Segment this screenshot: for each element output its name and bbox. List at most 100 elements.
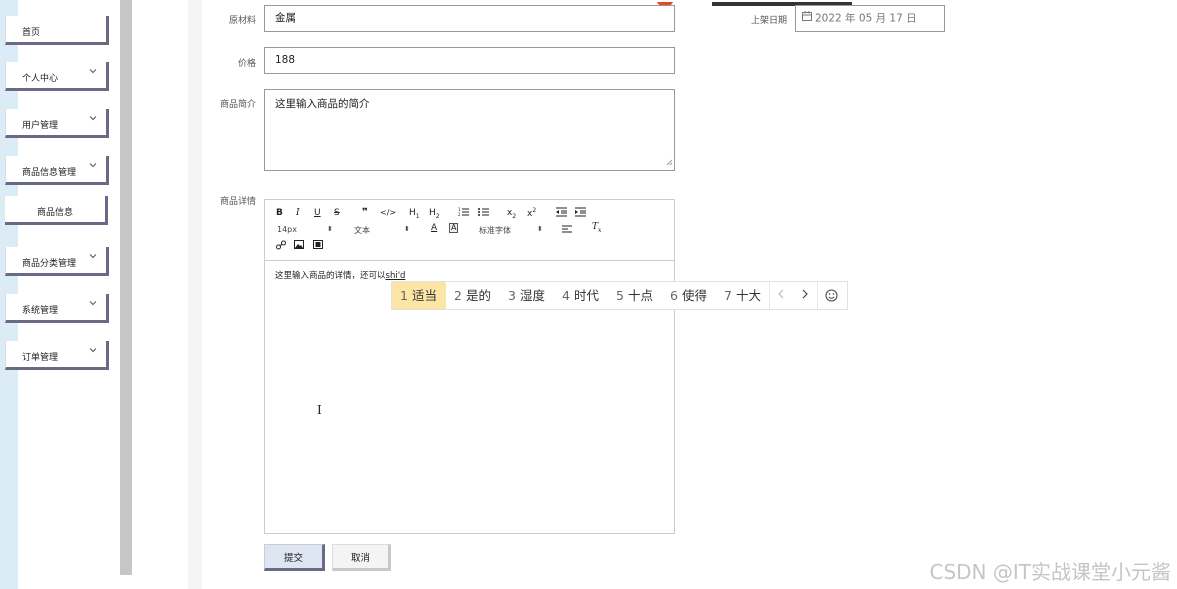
price-input[interactable]: 188 [264, 47, 675, 74]
price-label: 价格 [237, 59, 256, 69]
svg-text:2: 2 [458, 212, 461, 217]
candidate-number: 5 [616, 288, 624, 303]
material-label: 原材料 [228, 16, 256, 26]
rich-text-editor[interactable]: B I U S ❞ </> H1 H2 12 x2 x2 14px ⬍ 文本 ⬍ A… [264, 199, 675, 534]
cancel-button[interactable]: 取消 [332, 544, 391, 571]
indent-icon[interactable] [575, 207, 586, 220]
strikethrough-icon[interactable]: S [334, 208, 340, 218]
date-value: 2022 年 05 月 17 日 [815, 12, 917, 25]
ordered-list-icon[interactable]: 12 [458, 207, 469, 220]
emoji-icon[interactable] [825, 289, 838, 305]
ime-candidate[interactable]: 6 使得 [670, 282, 707, 309]
sidebar-item-label: 商品信息管理 [22, 168, 77, 178]
sidebar-item-category-management[interactable]: 商品分类管理 [5, 247, 109, 276]
editor-content[interactable]: 这里输入商品的详情，还可以shi'd [275, 269, 405, 281]
candidate-number: 3 [508, 288, 516, 303]
select-arrows-icon: ⬍ [537, 225, 543, 233]
text-style-value: 文本 [354, 226, 370, 235]
candidate-text: 十大 [735, 288, 761, 303]
ime-candidate-bar[interactable]: 1 适当 2 是的 3 湿度 4 时代 5 十点 6 使得 7 十大 [391, 281, 848, 310]
sidebar-subitem-product-info[interactable]: 商品信息 [5, 196, 108, 225]
sidebar-item-product-info-management[interactable]: 商品信息管理 [5, 156, 109, 185]
sidebar-item-personal-center[interactable]: 个人中心 [5, 62, 109, 91]
text-style-select[interactable]: 文本 ⬍ [354, 225, 410, 236]
ime-candidate[interactable]: 1 适当 [392, 282, 446, 309]
code-block-icon[interactable]: </> [380, 208, 396, 217]
chevron-down-icon [89, 114, 97, 125]
candidate-number: 4 [562, 288, 570, 303]
candidate-text: 十点 [627, 288, 653, 303]
sidebar-item-label: 商品分类管理 [22, 259, 77, 269]
subscript-icon[interactable]: x2 [507, 208, 516, 220]
chevron-down-icon [89, 346, 97, 357]
sidebar-item-system-management[interactable]: 系统管理 [5, 294, 109, 323]
ime-candidate[interactable]: 2 是的 [454, 282, 491, 309]
submit-button[interactable]: 提交 [264, 544, 325, 571]
ime-candidate[interactable]: 3 湿度 [508, 282, 545, 309]
intro-textarea[interactable]: 这里输入商品的简介 [264, 89, 675, 171]
sidebar-item-label: 商品信息 [36, 208, 73, 218]
material-input[interactable]: 金属 [264, 5, 675, 32]
font-size-value: 14px [277, 225, 297, 234]
sidebar-item-label: 个人中心 [22, 74, 59, 84]
font-family-value: 标准字体 [479, 226, 511, 235]
superscript-icon[interactable]: x2 [527, 207, 536, 219]
blockquote-icon[interactable]: ❞ [362, 207, 368, 218]
csdn-watermark: CSDN @IT实战课堂小元酱 [929, 560, 1172, 584]
candidate-text: 是的 [465, 288, 491, 303]
candidate-text: 湿度 [519, 288, 545, 303]
chevron-right-icon[interactable] [801, 288, 809, 303]
detail-label: 商品详情 [219, 197, 256, 207]
date-label: 上架日期 [750, 16, 787, 26]
sidebar-item-label: 首页 [22, 28, 41, 38]
font-size-select[interactable]: 14px ⬍ [277, 225, 333, 234]
chevron-down-icon [89, 161, 97, 172]
font-family-select[interactable]: 标准字体 ⬍ [479, 225, 543, 236]
ime-candidate[interactable]: 5 十点 [616, 282, 653, 309]
chevron-down-icon [89, 252, 97, 263]
background-color-icon[interactable]: A [449, 223, 459, 233]
intro-text: 这里输入商品的简介 [275, 98, 370, 110]
image-icon[interactable] [294, 240, 304, 252]
resize-handle-icon[interactable] [666, 157, 673, 169]
candidate-number: 6 [670, 288, 678, 303]
content-left-band [188, 0, 202, 589]
gutter [132, 0, 188, 589]
date-input[interactable]: 2022 年 05 月 17 日 [795, 5, 945, 32]
divider [817, 282, 818, 309]
candidate-text: 使得 [681, 288, 707, 303]
ime-composition: shi'd [385, 271, 406, 281]
bullet-list-icon[interactable] [478, 207, 489, 220]
candidate-text: 时代 [573, 288, 599, 303]
sidebar-item-label: 用户管理 [22, 121, 59, 131]
bold-icon[interactable]: B [276, 208, 283, 218]
candidate-number: 7 [724, 288, 732, 303]
heading1-icon[interactable]: H1 [409, 208, 420, 220]
sidebar-item-home[interactable]: 首页 [5, 16, 109, 45]
video-icon[interactable] [313, 240, 323, 252]
calendar-icon [802, 6, 812, 31]
divider [769, 282, 770, 309]
sidebar-scrollbar[interactable] [120, 0, 132, 575]
candidate-text: 适当 [411, 288, 437, 303]
select-arrows-icon: ⬍ [327, 225, 333, 233]
candidate-number: 1 [400, 288, 408, 303]
link-icon[interactable] [276, 240, 286, 253]
ime-candidate[interactable]: 7 十大 [724, 282, 761, 309]
outdent-icon[interactable] [556, 207, 567, 220]
sidebar-item-user-management[interactable]: 用户管理 [5, 109, 109, 138]
underline-icon[interactable]: U [314, 208, 321, 218]
align-icon[interactable] [562, 224, 572, 237]
sidebar-item-order-management[interactable]: 订单管理 [5, 341, 109, 370]
italic-icon[interactable]: I [296, 208, 300, 218]
font-color-icon[interactable]: A [431, 223, 437, 233]
ime-candidate[interactable]: 4 时代 [562, 282, 599, 309]
intro-label: 商品简介 [219, 100, 256, 110]
chevron-left-icon[interactable] [777, 288, 785, 303]
detail-text: 这里输入商品的详情，还可以 [275, 271, 386, 281]
chevron-down-icon [89, 67, 97, 78]
heading2-icon[interactable]: H2 [429, 208, 440, 220]
select-arrows-icon: ⬍ [404, 225, 410, 233]
clear-format-icon[interactable]: Tx [592, 222, 601, 234]
sidebar-item-label: 订单管理 [22, 353, 59, 363]
